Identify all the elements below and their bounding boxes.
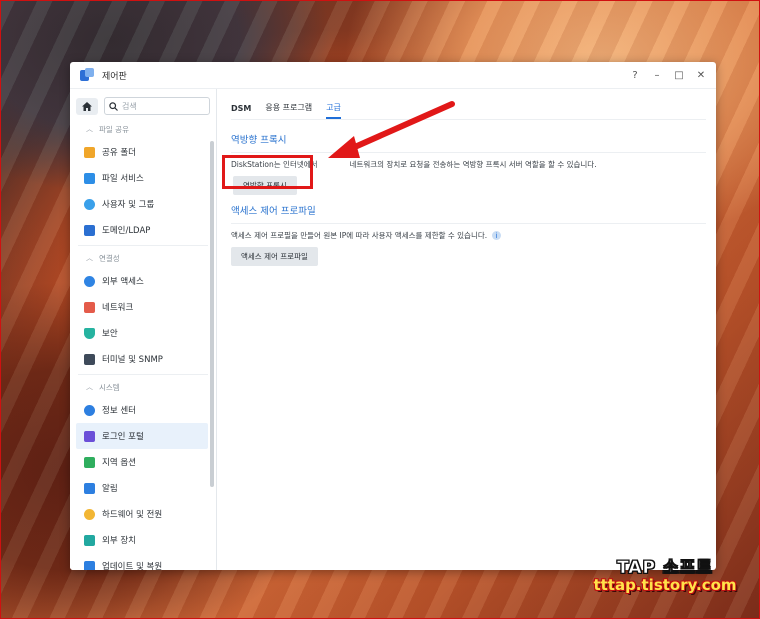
screenshot-border — [0, 0, 760, 619]
